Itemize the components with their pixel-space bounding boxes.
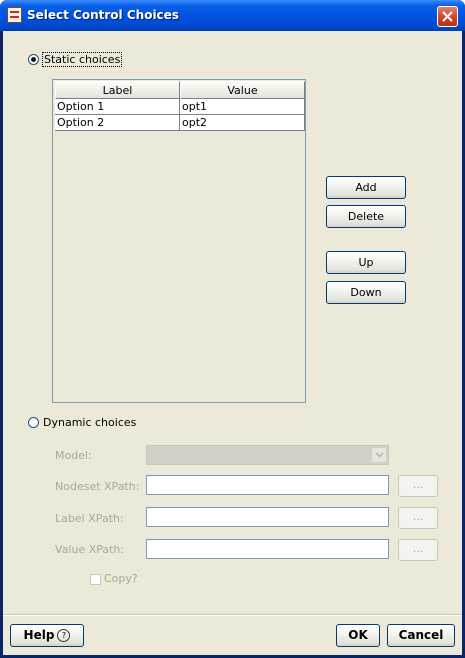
radio-selected-icon xyxy=(28,54,39,65)
delete-button[interactable]: Delete xyxy=(326,205,406,228)
help-button[interactable]: Help? xyxy=(10,624,84,647)
cancel-button[interactable]: Cancel xyxy=(387,624,455,647)
column-header-label[interactable]: Label xyxy=(55,81,180,99)
table-cell-label[interactable]: Option 1 xyxy=(55,99,180,115)
value-xpath-label: Value XPath: xyxy=(55,543,125,556)
label-xpath-input[interactable] xyxy=(146,507,389,527)
nodeset-xpath-input[interactable] xyxy=(146,475,389,495)
choices-table[interactable]: Label Value Option 1 opt1 Option 2 opt2 xyxy=(52,79,306,403)
value-xpath-input[interactable] xyxy=(146,539,389,559)
close-button[interactable] xyxy=(437,6,458,27)
nodeset-browse-button[interactable]: ... xyxy=(398,475,438,497)
model-select[interactable] xyxy=(146,445,389,465)
table-cell-value[interactable]: opt1 xyxy=(180,99,305,115)
move-up-button[interactable]: Up xyxy=(326,251,406,274)
footer-divider xyxy=(3,614,462,616)
radio-unselected-icon xyxy=(28,417,39,428)
copy-checkbox[interactable] xyxy=(90,574,101,585)
static-choices-label: Static choices xyxy=(41,52,123,67)
chevron-down-icon[interactable] xyxy=(371,447,387,463)
table-cell-label[interactable]: Option 2 xyxy=(55,115,180,131)
nodeset-xpath-label: Nodeset XPath: xyxy=(55,480,140,493)
dynamic-choices-label: Dynamic choices xyxy=(43,416,137,429)
help-label: Help xyxy=(23,628,55,642)
label-xpath-label: Label XPath: xyxy=(55,512,124,525)
close-icon xyxy=(442,11,453,22)
dynamic-choices-radio[interactable]: Dynamic choices xyxy=(28,416,136,429)
window-title: Select Control Choices xyxy=(27,8,179,22)
move-down-button[interactable]: Down xyxy=(326,281,406,304)
table-cell-value[interactable]: opt2 xyxy=(180,115,305,131)
static-choices-radio[interactable]: Static choices xyxy=(28,52,123,67)
label-browse-button[interactable]: ... xyxy=(398,507,438,529)
copy-label: Copy? xyxy=(104,572,138,585)
dialog-window: Select Control Choices Static choices La… xyxy=(0,0,465,658)
title-bar[interactable]: Select Control Choices xyxy=(0,0,465,31)
dialog-content: Static choices Label Value Option 1 opt1… xyxy=(3,31,462,655)
column-header-value[interactable]: Value xyxy=(180,81,305,99)
model-label: Model: xyxy=(55,449,92,462)
help-icon: ? xyxy=(57,629,71,642)
value-browse-button[interactable]: ... xyxy=(398,539,438,561)
app-icon xyxy=(7,7,22,23)
ok-button[interactable]: OK xyxy=(336,624,380,647)
add-button[interactable]: Add xyxy=(326,176,406,199)
